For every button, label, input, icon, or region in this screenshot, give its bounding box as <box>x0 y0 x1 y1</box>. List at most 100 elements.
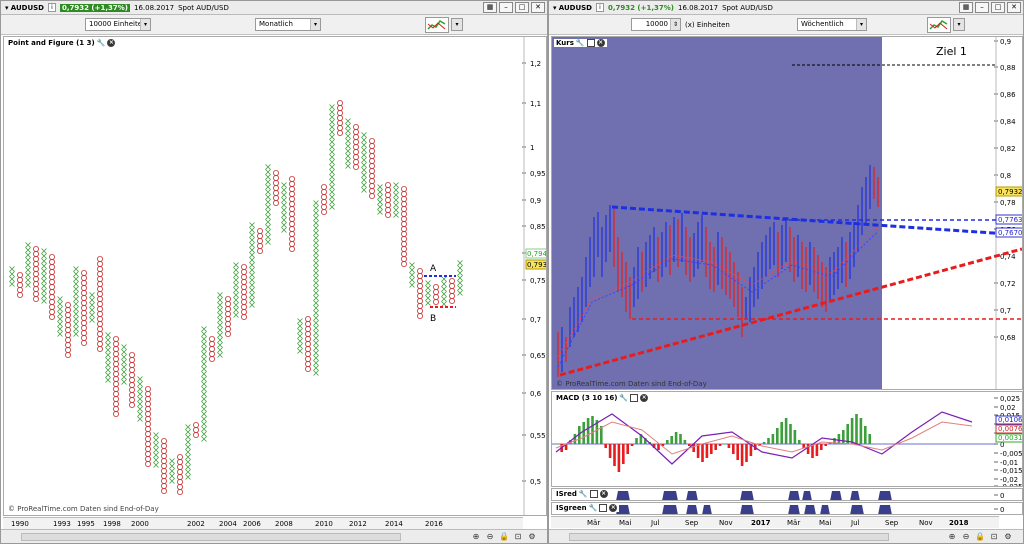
pnf-o-mark <box>144 420 151 427</box>
pnf-x-mark <box>441 276 447 282</box>
pnf-x-mark <box>249 232 255 238</box>
macd-chart-area[interactable]: MACD (3 10 16) 🔧 × 0,0250,020,0150,010,0… <box>551 391 1023 487</box>
info-icon[interactable]: i <box>47 3 56 12</box>
macd-histogram-bar <box>842 430 845 444</box>
pnf-o-mark <box>368 163 375 170</box>
settings-icon[interactable]: ⚙ <box>1003 532 1013 542</box>
pnf-x-mark <box>329 134 335 140</box>
window-icon[interactable] <box>589 490 598 498</box>
isgreen-chart-area[interactable]: ISgreen 🔧 × 0 <box>551 502 1023 515</box>
pnf-o-mark <box>160 477 167 484</box>
pnf-o-mark <box>81 274 88 281</box>
symbol-dropdown[interactable]: ▾ AUDUSD <box>5 4 44 12</box>
pnf-o-mark <box>208 335 215 342</box>
pnf-o-mark <box>224 295 231 302</box>
pnf-y-tick-label: 0,5 <box>530 478 541 486</box>
close-panel-icon[interactable]: × <box>609 504 618 512</box>
pnf-o-mark <box>65 341 72 348</box>
pnf-footer: © ProRealTime.com Daten sind End-of-Day <box>8 505 159 513</box>
pnf-x-mark <box>441 301 447 307</box>
zoom-fit-icon[interactable]: ⊡ <box>989 532 999 542</box>
indicator-chart-icon[interactable] <box>425 17 449 33</box>
pnf-o-mark <box>288 195 295 202</box>
macd-histogram-bar <box>714 444 717 450</box>
pnf-x-mark <box>169 478 175 484</box>
units-stepper[interactable]: 10000 ⇕ <box>631 18 681 31</box>
pnf-x-mark <box>313 345 319 351</box>
zoom-in-icon[interactable]: ⊕ <box>471 532 481 542</box>
info-icon[interactable]: i <box>595 3 604 12</box>
macd-histogram-bar <box>617 444 621 472</box>
macd-histogram-bar <box>705 444 709 458</box>
pnf-o-mark <box>16 286 23 293</box>
horizontal-scrollbar[interactable] <box>21 533 401 541</box>
zoom-out-icon[interactable]: ⊖ <box>961 532 971 542</box>
zoom-in-icon[interactable]: ⊕ <box>947 532 957 542</box>
period-combo[interactable]: Wöchentlich ▾ <box>797 18 867 31</box>
window-icon[interactable] <box>586 39 595 47</box>
horizontal-scrollbar[interactable] <box>569 533 889 541</box>
indicator-dropdown[interactable]: ▾ <box>451 18 463 31</box>
lock-icon[interactable]: 🔒 <box>975 532 985 542</box>
pnf-x-mark <box>265 214 271 220</box>
pnf-x-mark <box>249 267 255 273</box>
pnf-o-mark <box>320 188 327 195</box>
pnf-x-mark <box>329 189 335 195</box>
wrench-icon[interactable]: 🔧 <box>619 394 628 402</box>
pnf-x-mark <box>313 210 319 216</box>
indicator-dropdown[interactable]: ▾ <box>953 18 965 31</box>
pnf-o-mark <box>192 421 199 428</box>
indicator-chart-icon[interactable] <box>927 17 951 33</box>
period-combo[interactable]: Monatlich ▾ <box>255 18 321 31</box>
pnf-x-mark <box>441 291 447 297</box>
macd-histogram-bar <box>762 442 766 444</box>
pnf-o-mark <box>368 153 375 160</box>
pnf-chart-area[interactable]: Point and Figure (1 3) 🔧 × 1,2 1,1 1 0,95 0,… <box>3 36 547 516</box>
macd-tag-2: 0,0076 <box>998 425 1023 433</box>
minimize-icon[interactable]: – <box>499 2 513 13</box>
pnf-o-mark <box>208 350 215 357</box>
kurs-x-tick-label: Mär <box>587 519 601 527</box>
pnf-x-mark <box>25 262 31 268</box>
close-panel-icon[interactable]: × <box>596 39 605 47</box>
is-hump <box>740 505 754 514</box>
close-panel-icon[interactable]: × <box>640 394 649 402</box>
wrench-icon[interactable]: 🔧 <box>576 39 585 47</box>
close-panel-icon[interactable]: × <box>599 490 608 498</box>
units-combo[interactable]: 10000 Einheiten ▾ <box>85 18 151 31</box>
kurs-x-tick-label: Mär <box>787 519 801 527</box>
close-icon[interactable]: ✕ <box>531 2 545 13</box>
wrench-icon[interactable]: 🔧 <box>97 39 106 47</box>
pnf-x-tick-label: 2000 <box>131 520 149 528</box>
lock-icon[interactable]: 🔒 <box>499 532 509 542</box>
maximize-icon[interactable]: □ <box>515 2 529 13</box>
settings-icon[interactable]: ⚙ <box>527 532 537 542</box>
zoom-fit-icon[interactable]: ⊡ <box>513 532 523 542</box>
window-icon[interactable] <box>599 504 608 512</box>
isred-chart-area[interactable]: ISred 🔧 × 0 <box>551 488 1023 501</box>
kurs-chart-area[interactable]: Kurs 🔧 × 0,90,880,860,840,820,80,780,760… <box>551 36 1023 390</box>
wrench-icon[interactable]: 🔧 <box>589 504 598 512</box>
window-icon[interactable] <box>630 394 639 402</box>
zoom-out-icon[interactable]: ⊖ <box>485 532 495 542</box>
pnf-x-mark <box>201 356 207 362</box>
pnf-x-mark <box>153 442 159 448</box>
pnf-x-mark <box>265 199 271 205</box>
macd-histogram-bar <box>688 444 691 446</box>
close-icon[interactable]: ✕ <box>1007 2 1021 13</box>
pnf-x-mark <box>169 473 175 479</box>
pnf-o-mark <box>368 143 375 150</box>
maximize-icon[interactable]: □ <box>991 2 1005 13</box>
macd-histogram-bar <box>824 444 827 446</box>
pnf-o-mark <box>144 395 151 402</box>
date-label: 16.08.2017 <box>677 3 719 12</box>
pnf-y-tick-label: 0,6 <box>530 390 542 398</box>
grid-icon[interactable]: ▦ <box>483 2 497 13</box>
close-panel-icon[interactable]: × <box>107 39 116 47</box>
minimize-icon[interactable]: – <box>975 2 989 13</box>
symbol-dropdown[interactable]: ▾ AUDUSD <box>553 4 592 12</box>
grid-icon[interactable]: ▦ <box>959 2 973 13</box>
wrench-icon[interactable]: 🔧 <box>579 490 588 498</box>
pnf-x-mark <box>9 276 15 282</box>
pnf-o-mark <box>416 302 423 309</box>
